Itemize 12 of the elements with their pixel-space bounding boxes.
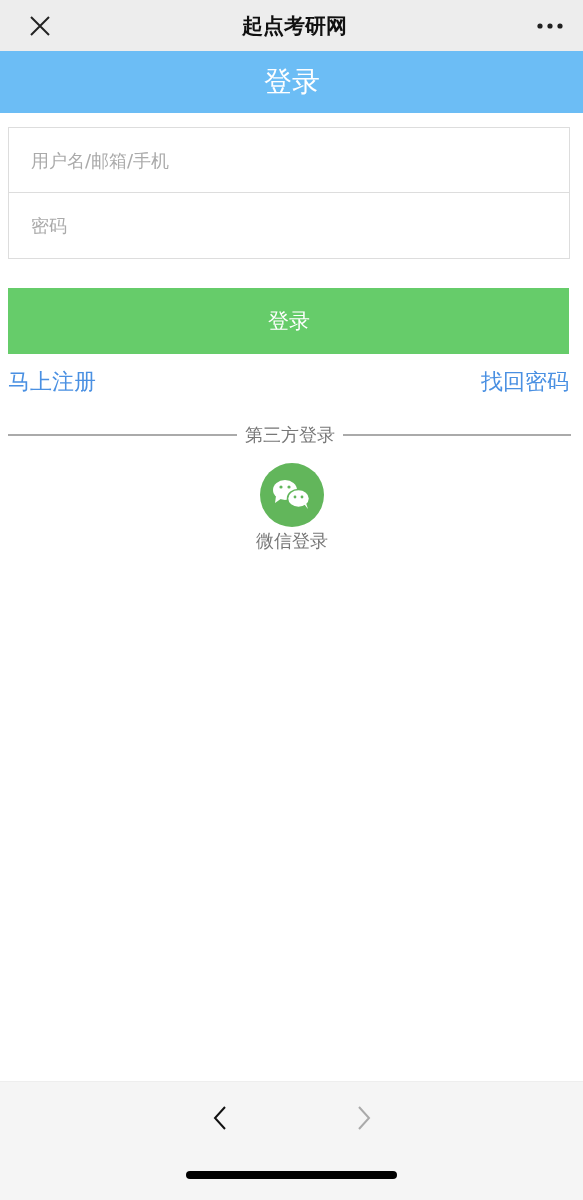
input-field[interactable]: 用户名/邮箱/手机 <box>8 127 570 193</box>
login-button[interactable]: 登录 <box>8 288 569 354</box>
page-title: 起点考研网 <box>241 12 347 40</box>
recover-password-link[interactable]: 找回密码 <box>481 367 569 397</box>
wechat-login-label[interactable]: 微信登录 <box>255 529 328 553</box>
input-field[interactable]: 密码 <box>8 193 570 259</box>
close-icon[interactable] <box>29 14 51 37</box>
register-link[interactable]: 马上注册 <box>8 367 96 397</box>
more-icon[interactable] <box>537 22 563 29</box>
section-heading: 第三方登录 <box>244 423 335 447</box>
back-icon[interactable] <box>212 1105 227 1131</box>
header-title: 登录 <box>263 64 320 100</box>
